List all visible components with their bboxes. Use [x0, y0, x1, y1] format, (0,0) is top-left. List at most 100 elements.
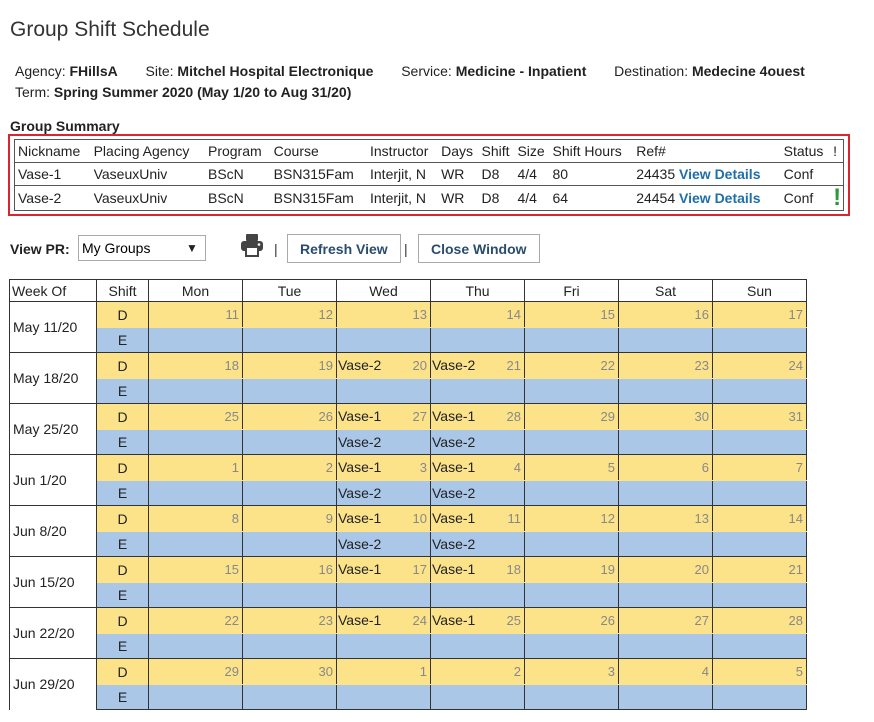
- group-assignment[interactable]: Vase-1: [338, 561, 381, 577]
- day-shift-cell[interactable]: 19: [524, 556, 619, 583]
- day-shift-cell[interactable]: 25: [148, 403, 243, 430]
- day-shift-cell[interactable]: 8: [148, 505, 243, 532]
- evening-shift-cell[interactable]: [524, 531, 619, 557]
- evening-shift-cell[interactable]: [712, 633, 807, 659]
- day-shift-cell[interactable]: 12: [242, 301, 337, 328]
- day-shift-cell[interactable]: Vase-1 28: [430, 403, 525, 430]
- evening-shift-cell[interactable]: [524, 429, 619, 455]
- day-shift-cell[interactable]: 22: [524, 352, 619, 379]
- day-shift-cell[interactable]: Vase-1 10: [336, 505, 431, 532]
- day-shift-cell[interactable]: 26: [524, 607, 619, 634]
- day-shift-cell[interactable]: Vase-2 20: [336, 352, 431, 379]
- evening-shift-cell[interactable]: [336, 582, 431, 608]
- day-shift-cell[interactable]: 4: [618, 658, 713, 685]
- day-shift-cell[interactable]: 22: [148, 607, 243, 634]
- day-shift-cell[interactable]: 24: [712, 352, 807, 379]
- group-assignment[interactable]: Vase-2: [432, 434, 475, 450]
- day-shift-cell[interactable]: 1: [336, 658, 431, 685]
- day-shift-cell[interactable]: 26: [242, 403, 337, 430]
- day-shift-cell[interactable]: Vase-1 17: [336, 556, 431, 583]
- day-shift-cell[interactable]: Vase-1 11: [430, 505, 525, 532]
- evening-shift-cell[interactable]: [430, 684, 525, 710]
- evening-shift-cell[interactable]: [242, 378, 337, 404]
- day-shift-cell[interactable]: 29: [524, 403, 619, 430]
- evening-shift-cell[interactable]: [242, 480, 337, 506]
- evening-shift-cell[interactable]: [242, 684, 337, 710]
- evening-shift-cell[interactable]: [712, 429, 807, 455]
- evening-shift-cell[interactable]: [618, 633, 713, 659]
- group-assignment[interactable]: Vase-2: [432, 357, 475, 373]
- day-shift-cell[interactable]: 6: [618, 454, 713, 481]
- view-pr-select[interactable]: My Groups: [78, 235, 206, 261]
- evening-shift-cell[interactable]: [524, 378, 619, 404]
- evening-shift-cell[interactable]: [242, 633, 337, 659]
- group-assignment[interactable]: Vase-2: [338, 357, 381, 373]
- day-shift-cell[interactable]: Vase-1 3: [336, 454, 431, 481]
- evening-shift-cell[interactable]: [336, 684, 431, 710]
- day-shift-cell[interactable]: 7: [712, 454, 807, 481]
- day-shift-cell[interactable]: 13: [336, 301, 431, 328]
- evening-shift-cell[interactable]: [712, 684, 807, 710]
- evening-shift-cell[interactable]: [242, 531, 337, 557]
- group-assignment[interactable]: Vase-1: [338, 510, 381, 526]
- day-shift-cell[interactable]: 5: [524, 454, 619, 481]
- evening-shift-cell[interactable]: [524, 327, 619, 353]
- day-shift-cell[interactable]: 27: [618, 607, 713, 634]
- day-shift-cell[interactable]: 20: [618, 556, 713, 583]
- evening-shift-cell[interactable]: Vase-2: [430, 480, 525, 506]
- day-shift-cell[interactable]: 11: [148, 301, 243, 328]
- evening-shift-cell[interactable]: [336, 633, 431, 659]
- evening-shift-cell[interactable]: [148, 480, 243, 506]
- evening-shift-cell[interactable]: [430, 378, 525, 404]
- evening-shift-cell[interactable]: [618, 531, 713, 557]
- day-shift-cell[interactable]: 17: [712, 301, 807, 328]
- day-shift-cell[interactable]: 2: [242, 454, 337, 481]
- day-shift-cell[interactable]: 29: [148, 658, 243, 685]
- day-shift-cell[interactable]: Vase-1 24: [336, 607, 431, 634]
- group-assignment[interactable]: Vase-1: [432, 561, 475, 577]
- day-shift-cell[interactable]: 30: [242, 658, 337, 685]
- day-shift-cell[interactable]: 15: [148, 556, 243, 583]
- group-assignment[interactable]: Vase-2: [432, 536, 475, 552]
- evening-shift-cell[interactable]: [336, 378, 431, 404]
- evening-shift-cell[interactable]: [148, 531, 243, 557]
- group-assignment[interactable]: Vase-1: [432, 408, 475, 424]
- group-assignment[interactable]: Vase-1: [338, 459, 381, 475]
- evening-shift-cell[interactable]: [618, 378, 713, 404]
- evening-shift-cell[interactable]: [712, 531, 807, 557]
- evening-shift-cell[interactable]: [148, 582, 243, 608]
- view-details-link[interactable]: View Details: [679, 166, 760, 182]
- group-assignment[interactable]: Vase-1: [432, 510, 475, 526]
- evening-shift-cell[interactable]: [524, 582, 619, 608]
- evening-shift-cell[interactable]: [712, 480, 807, 506]
- group-assignment[interactable]: Vase-2: [432, 485, 475, 501]
- evening-shift-cell[interactable]: [618, 684, 713, 710]
- evening-shift-cell[interactable]: [524, 480, 619, 506]
- evening-shift-cell[interactable]: Vase-2: [430, 429, 525, 455]
- day-shift-cell[interactable]: 1: [148, 454, 243, 481]
- day-shift-cell[interactable]: 14: [430, 301, 525, 328]
- evening-shift-cell[interactable]: [242, 429, 337, 455]
- evening-shift-cell[interactable]: [712, 327, 807, 353]
- day-shift-cell[interactable]: 18: [148, 352, 243, 379]
- evening-shift-cell[interactable]: [618, 429, 713, 455]
- day-shift-cell[interactable]: 12: [524, 505, 619, 532]
- day-shift-cell[interactable]: 9: [242, 505, 337, 532]
- evening-shift-cell[interactable]: [524, 684, 619, 710]
- group-assignment[interactable]: Vase-1: [338, 612, 381, 628]
- close-window-button[interactable]: Close Window: [418, 234, 540, 263]
- evening-shift-cell[interactable]: [148, 378, 243, 404]
- evening-shift-cell[interactable]: [430, 327, 525, 353]
- day-shift-cell[interactable]: 23: [242, 607, 337, 634]
- evening-shift-cell[interactable]: [618, 327, 713, 353]
- view-details-link[interactable]: View Details: [679, 190, 760, 206]
- day-shift-cell[interactable]: 14: [712, 505, 807, 532]
- day-shift-cell[interactable]: 19: [242, 352, 337, 379]
- evening-shift-cell[interactable]: [336, 327, 431, 353]
- day-shift-cell[interactable]: Vase-1 18: [430, 556, 525, 583]
- evening-shift-cell[interactable]: [712, 582, 807, 608]
- evening-shift-cell[interactable]: Vase-2: [430, 531, 525, 557]
- day-shift-cell[interactable]: 21: [712, 556, 807, 583]
- evening-shift-cell[interactable]: [712, 378, 807, 404]
- day-shift-cell[interactable]: 30: [618, 403, 713, 430]
